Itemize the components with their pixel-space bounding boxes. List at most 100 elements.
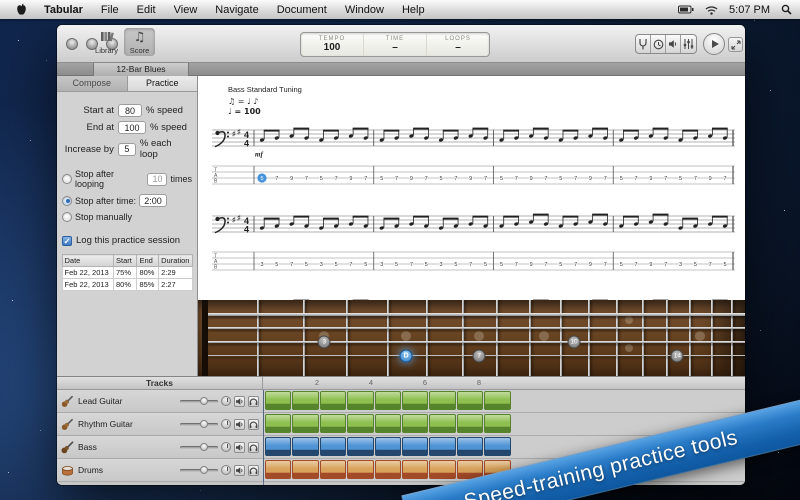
session-row[interactable]: Feb 22, 201375%80%2:29 [62, 267, 192, 279]
solo-button[interactable] [248, 465, 259, 476]
note-marker[interactable]: 3 [318, 335, 331, 348]
tab-practice[interactable]: Practice [128, 76, 198, 91]
stop-option-value-field[interactable] [139, 194, 167, 207]
session-row[interactable]: Feb 22, 201380%85%2:27 [62, 279, 192, 291]
score-system-1[interactable]: ♯♯44TAB57975797579757975797579757975797m… [212, 120, 735, 204]
clip-block[interactable] [320, 391, 346, 410]
clip-block[interactable] [429, 460, 455, 479]
spotlight-icon[interactable] [781, 4, 792, 15]
clip-block[interactable] [265, 460, 291, 479]
score-button[interactable]: ♫ Score [124, 28, 155, 56]
mixer-button[interactable] [681, 35, 696, 53]
clip-block[interactable] [375, 391, 401, 410]
string-1[interactable] [208, 313, 745, 316]
volume-thumb[interactable] [200, 420, 208, 428]
timeline-ruler[interactable]: 2468 [263, 377, 745, 389]
stop-option-2[interactable]: Stop after time: [62, 194, 192, 207]
clip-block[interactable] [484, 414, 510, 433]
clip-block[interactable] [402, 414, 428, 433]
mute-button[interactable] [234, 442, 245, 453]
track-row-rhythm-guitar[interactable]: Rhythm Guitar [57, 413, 745, 436]
pan-knob[interactable] [221, 396, 231, 406]
clip-block[interactable] [375, 414, 401, 433]
note-marker[interactable]: 10 [567, 335, 580, 348]
solo-button[interactable] [248, 442, 259, 453]
document-tab[interactable]: 12-Bar Blues [93, 63, 189, 76]
string-2[interactable] [208, 327, 745, 329]
volume-slider[interactable] [180, 400, 218, 403]
clip-block[interactable] [457, 391, 483, 410]
clip-block[interactable] [457, 437, 483, 456]
playhead[interactable] [263, 390, 264, 485]
menu-help[interactable]: Help [393, 4, 434, 16]
menu-document[interactable]: Document [268, 4, 336, 16]
apple-menu[interactable] [8, 3, 35, 16]
note-marker[interactable]: 14 [671, 349, 684, 362]
stop-option-value-field[interactable] [147, 173, 167, 186]
menu-view[interactable]: View [165, 4, 207, 16]
mute-button[interactable] [234, 465, 245, 476]
end-speed-field[interactable] [118, 121, 146, 134]
stop-option-3[interactable]: Stop manually [62, 212, 192, 222]
start-speed-field[interactable] [118, 104, 142, 117]
clip-block[interactable] [375, 460, 401, 479]
fullscreen-button[interactable] [728, 37, 743, 52]
clip-block[interactable] [375, 437, 401, 456]
solo-button[interactable] [248, 419, 259, 430]
score-view[interactable]: Bass Standard Tuning ♫ = ♩ ♪ ♩ = 100 ♯♯4… [198, 76, 745, 300]
clip-block[interactable] [265, 391, 291, 410]
clip-block[interactable] [292, 460, 318, 479]
volume-slider[interactable] [180, 423, 218, 426]
clip-block[interactable] [347, 437, 373, 456]
current-note-marker[interactable]: D [400, 349, 413, 362]
app-menu-title[interactable]: Tabular [35, 4, 92, 16]
stop-option-1[interactable]: Stop after loopingtimes [62, 169, 192, 189]
battery-icon[interactable] [678, 5, 694, 14]
clip-block[interactable] [347, 414, 373, 433]
clip-block[interactable] [347, 460, 373, 479]
clip-block[interactable] [402, 437, 428, 456]
pan-knob[interactable] [221, 465, 231, 475]
clip-block[interactable] [347, 391, 373, 410]
mute-button[interactable] [234, 396, 245, 407]
tab-compose[interactable]: Compose [57, 76, 128, 91]
pan-knob[interactable] [221, 442, 231, 452]
library-button[interactable]: Library [91, 28, 122, 56]
wifi-icon[interactable] [705, 5, 718, 15]
pan-knob[interactable] [221, 419, 231, 429]
solo-button[interactable] [248, 396, 259, 407]
clip-block[interactable] [429, 437, 455, 456]
note-marker[interactable]: 7 [473, 349, 486, 362]
mute-button[interactable] [234, 419, 245, 430]
radio-stop-2[interactable] [62, 196, 72, 206]
clip-block[interactable] [484, 437, 510, 456]
clip-block[interactable] [320, 437, 346, 456]
menu-bar-clock[interactable]: 5:07 PM [729, 4, 770, 16]
clip-block[interactable] [292, 437, 318, 456]
menu-window[interactable]: Window [336, 4, 393, 16]
play-button[interactable] [703, 33, 725, 55]
radio-stop-3[interactable] [62, 212, 72, 222]
volume-thumb[interactable] [200, 466, 208, 474]
clip-block[interactable] [265, 414, 291, 433]
volume-slider[interactable] [180, 469, 218, 472]
clip-block[interactable] [429, 414, 455, 433]
clip-block[interactable] [292, 414, 318, 433]
radio-stop-1[interactable] [62, 174, 72, 184]
volume-thumb[interactable] [200, 397, 208, 405]
close-button[interactable] [66, 38, 78, 50]
track-row-lead-guitar[interactable]: Lead Guitar [57, 390, 745, 413]
tuning-fork-button[interactable] [636, 35, 651, 53]
menu-edit[interactable]: Edit [128, 4, 165, 16]
clip-block[interactable] [320, 460, 346, 479]
clip-block[interactable] [429, 391, 455, 410]
log-checkbox[interactable] [62, 236, 72, 246]
menu-file[interactable]: File [92, 4, 128, 16]
clip-block[interactable] [484, 391, 510, 410]
metronome-sound-button[interactable] [666, 35, 681, 53]
clip-block[interactable] [320, 414, 346, 433]
clip-block[interactable] [402, 460, 428, 479]
count-in-button[interactable] [651, 35, 666, 53]
string-3[interactable] [208, 341, 745, 343]
clip-block[interactable] [265, 437, 291, 456]
